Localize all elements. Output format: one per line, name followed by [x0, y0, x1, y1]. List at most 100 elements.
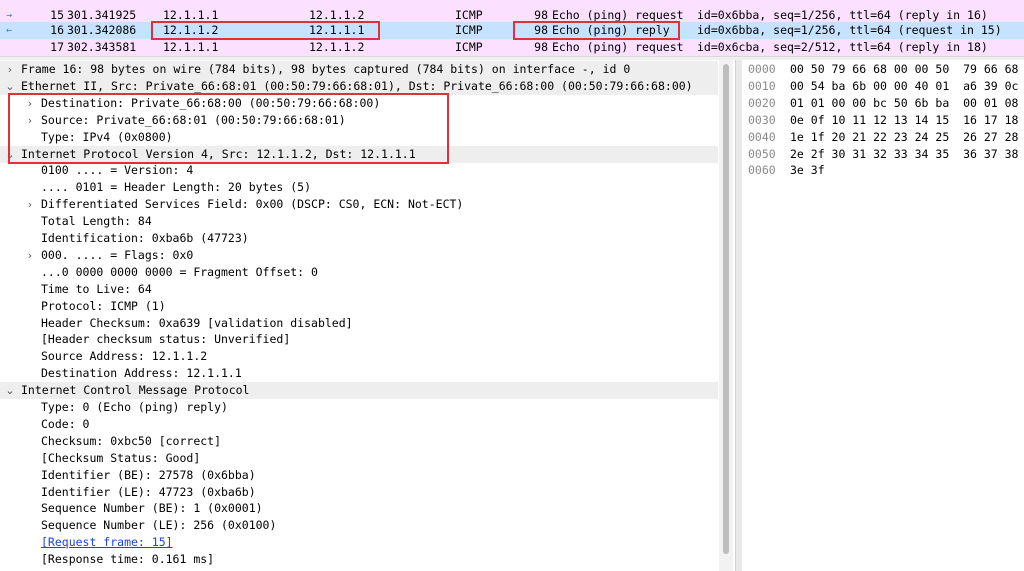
- expand-chevron-icon[interactable]: ›: [24, 247, 36, 264]
- hex-dump-row[interactable]: 0030 0e 0f 10 11 12 13 14 15 16 17 18: [742, 112, 1024, 129]
- tree-field-row[interactable]: › Source: Private_66:68:01 (00:50:79:66:6…: [0, 112, 718, 129]
- tree-item-text: Total Length: 84: [41, 214, 152, 229]
- hex-offset: 0030: [748, 112, 776, 127]
- packet-bytes-pane[interactable]: 0000 00 50 79 66 68 00 00 50 79 66 68 0010…: [742, 60, 1024, 571]
- tree-field-row[interactable]: Time to Live: 64: [0, 281, 718, 298]
- hex-dump-row[interactable]: 0000 00 50 79 66 68 00 00 50 79 66 68: [742, 61, 1024, 78]
- tree-item-text: 0100 .... = Version: 4: [41, 163, 194, 178]
- packet-details-tree[interactable]: › Frame 16: 98 bytes on wire (784 bits), …: [0, 60, 735, 571]
- packet-info: Echo (ping) request: [552, 40, 684, 54]
- hex-bytes: 00 54 ba 6b 00 00 40 01 a6 39 0c: [790, 78, 1019, 93]
- expand-chevron-icon[interactable]: ›: [4, 61, 16, 78]
- tree-field-row[interactable]: › Differentiated Services Field: 0x00 (DS…: [0, 196, 718, 213]
- packet-source: 12.1.1.1: [163, 40, 219, 54]
- tree-section-header[interactable]: ⌄ Ethernet II, Src: Private_66:68:01 (00:…: [0, 77, 718, 95]
- tree-field-row[interactable]: Code: 0: [0, 416, 718, 433]
- tree-field-row[interactable]: Checksum: 0xbc50 [correct]: [0, 433, 718, 450]
- tree-field-row[interactable]: [Header checksum status: Unverified]: [0, 331, 718, 348]
- tree-section-header[interactable]: › Frame 16: 98 bytes on wire (784 bits), …: [0, 61, 718, 78]
- expand-chevron-icon[interactable]: ›: [24, 95, 36, 112]
- tree-field-row[interactable]: [Request frame: 15]: [0, 534, 718, 551]
- packet-row-17[interactable]: 17 302.343581 12.1.1.1 12.1.1.2 ICMP 98 …: [0, 39, 1024, 56]
- hex-offset: 0010: [748, 78, 776, 93]
- hex-bytes: 0e 0f 10 11 12 13 14 15 16 17 18: [790, 112, 1019, 127]
- tree-item-text: Source: Private_66:68:01 (00:50:79:66:68…: [41, 112, 346, 127]
- packet-no: 16: [50, 23, 64, 37]
- tree-field-row[interactable]: Sequence Number (LE): 256 (0x0100): [0, 517, 718, 534]
- tree-field-row[interactable]: [Checksum Status: Good]: [0, 450, 718, 467]
- packet-length: 98: [534, 23, 548, 37]
- packet-destination: 12.1.1.2: [309, 40, 365, 54]
- hex-dump-row[interactable]: 0060 3e 3f: [742, 162, 1024, 179]
- hex-dump-row[interactable]: 0020 01 01 00 00 bc 50 6b ba 00 01 08: [742, 95, 1024, 112]
- tree-item-text: Source Address: 12.1.1.2: [41, 349, 208, 364]
- packet-row-16-selected[interactable]: ← 16 301.342086 12.1.1.2 12.1.1.1 ICMP 9…: [0, 22, 1024, 39]
- collapse-chevron-icon[interactable]: ⌄: [4, 78, 16, 95]
- tree-field-row[interactable]: Total Length: 84: [0, 213, 718, 230]
- packet-list[interactable]: → 15 301.341925 12.1.1.1 12.1.1.2 ICMP 9…: [0, 0, 1024, 56]
- tree-item-text: Internet Control Message Protocol: [21, 383, 250, 398]
- packet-protocol: ICMP: [455, 40, 483, 54]
- packet-time: 302.343581: [67, 40, 137, 54]
- tree-item-text: Internet Protocol Version 4, Src: 12.1.1…: [21, 146, 416, 161]
- tree-field-row[interactable]: Source Address: 12.1.1.2: [0, 348, 718, 365]
- packet-protocol: ICMP: [455, 23, 483, 37]
- tree-item-text: 000. .... = Flags: 0x0: [41, 247, 194, 262]
- tree-field-row[interactable]: [Response time: 0.161 ms]: [0, 551, 718, 568]
- tree-item-text: Identifier (LE): 47723 (0xba6b): [41, 484, 256, 499]
- packet-time: 301.342086: [67, 23, 137, 37]
- tree-item-text: Sequence Number (BE): 1 (0x0001): [41, 501, 263, 516]
- hex-offset: 0060: [748, 163, 776, 178]
- hex-dump-row[interactable]: 0040 1e 1f 20 21 22 23 24 25 26 27 28: [742, 129, 1024, 146]
- tree-field-row[interactable]: Sequence Number (BE): 1 (0x0001): [0, 500, 718, 517]
- hex-dump-row[interactable]: 0010 00 54 ba 6b 00 00 40 01 a6 39 0c: [742, 78, 1024, 95]
- tree-item-text: Time to Live: 64: [41, 281, 152, 296]
- tree-field-row[interactable]: Type: IPv4 (0x0800): [0, 129, 718, 146]
- packet-length: 98: [534, 40, 548, 54]
- tree-section-header[interactable]: ⌄ Internet Protocol Version 4, Src: 12.1.…: [0, 145, 718, 163]
- tree-field-row[interactable]: Destination Address: 12.1.1.1: [0, 365, 718, 382]
- tree-item-text: Protocol: ICMP (1): [41, 298, 166, 313]
- tree-field-row[interactable]: Identifier (LE): 47723 (0xba6b): [0, 484, 718, 501]
- collapse-chevron-icon[interactable]: ⌄: [4, 146, 16, 163]
- hex-bytes: 3e 3f: [790, 163, 825, 178]
- expand-chevron-icon[interactable]: ›: [24, 112, 36, 129]
- hex-bytes: 00 50 79 66 68 00 00 50 79 66 68: [790, 62, 1019, 76]
- tree-item-text: [Header checksum status: Unverified]: [41, 332, 291, 347]
- packet-no: 17: [50, 40, 64, 54]
- request-frame-link[interactable]: [Request frame: 15]: [41, 534, 173, 551]
- hex-bytes: 1e 1f 20 21 22 23 24 25 26 27 28: [790, 129, 1019, 144]
- hex-dump-row[interactable]: 0050 2e 2f 30 31 32 33 34 35 36 37 38: [742, 146, 1024, 163]
- tree-item-text: Destination Address: 12.1.1.1: [41, 366, 242, 381]
- tree-item-text: [Response time: 0.161 ms]: [41, 552, 215, 567]
- tree-item-text: Ethernet II, Src: Private_66:68:01 (00:5…: [21, 78, 693, 93]
- tree-field-row[interactable]: › Destination: Private_66:68:00 (00:50:79…: [0, 95, 718, 112]
- tree-item-text: Identification: 0xba6b (47723): [41, 231, 249, 245]
- reply-arrow-icon: ←: [6, 25, 13, 36]
- hex-offset: 0050: [748, 146, 776, 161]
- tree-item-text: Differentiated Services Field: 0x00 (DSC…: [41, 197, 464, 212]
- collapse-chevron-icon[interactable]: ⌄: [4, 382, 16, 399]
- tree-field-row[interactable]: Protocol: ICMP (1): [0, 298, 718, 315]
- tree-item-text: Identifier (BE): 27578 (0x6bba): [41, 467, 256, 482]
- hex-offset: 0020: [748, 95, 776, 110]
- tree-item-text: [Checksum Status: Good]: [41, 450, 201, 465]
- tree-field-row[interactable]: .... 0101 = Header Length: 20 bytes (5): [0, 179, 718, 196]
- expand-chevron-icon[interactable]: ›: [24, 196, 36, 213]
- packet-info: Echo (ping) reply: [552, 23, 670, 37]
- tree-item-text: Frame 16: 98 bytes on wire (784 bits), 9…: [21, 62, 631, 76]
- tree-item-text: Type: 0 (Echo (ping) reply): [41, 400, 228, 414]
- packet-info-details: id=0x6bba, seq=1/256, ttl=64 (request in…: [697, 23, 1002, 37]
- tree-item-text: Sequence Number (LE): 256 (0x0100): [41, 518, 277, 533]
- tree-field-row[interactable]: Identifier (BE): 27578 (0x6bba): [0, 467, 718, 484]
- tree-field-row[interactable]: ...0 0000 0000 0000 = Fragment Offset: 0: [0, 264, 718, 281]
- details-scrollbar-thumb[interactable]: [723, 64, 729, 554]
- tree-field-row[interactable]: Header Checksum: 0xa639 [validation disa…: [0, 315, 718, 332]
- tree-field-row[interactable]: Identification: 0xba6b (47723): [0, 230, 718, 247]
- tree-field-row[interactable]: › 000. .... = Flags: 0x0: [0, 247, 718, 264]
- tree-field-row[interactable]: 0100 .... = Version: 4: [0, 162, 718, 179]
- tree-item-text: .... 0101 = Header Length: 20 bytes (5): [41, 180, 312, 195]
- tree-field-row[interactable]: Type: 0 (Echo (ping) reply): [0, 399, 718, 416]
- tree-section-header[interactable]: ⌄ Internet Control Message Protocol: [0, 382, 718, 400]
- tree-item-text: Type: IPv4 (0x0800): [41, 129, 173, 144]
